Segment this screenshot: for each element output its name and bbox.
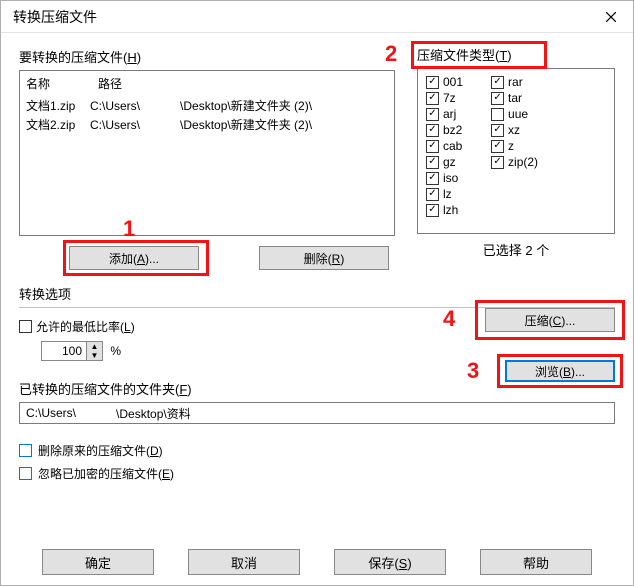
types-column-2: rar tar uue xz z zip(2) [491, 75, 538, 227]
close-icon [606, 12, 616, 22]
files-label: 要转换的压缩文件(H) [19, 47, 395, 66]
type-checkbox-rar[interactable]: rar [491, 75, 538, 89]
min-rate-spinner[interactable]: ▲ ▼ [41, 341, 103, 361]
checkbox-icon [426, 156, 439, 169]
checkbox-icon [491, 76, 504, 89]
type-label: iso [443, 171, 458, 185]
type-label: 001 [443, 75, 463, 89]
type-checkbox-7z[interactable]: 7z [426, 91, 463, 105]
type-checkbox-cab[interactable]: cab [426, 139, 463, 153]
type-label: tar [508, 91, 522, 105]
checkbox-icon [19, 320, 32, 333]
right-button-stack: 4 压缩(C)... 3 浏览(B)... [485, 308, 615, 382]
min-rate-input[interactable] [41, 341, 87, 361]
help-button[interactable]: 帮助 [480, 549, 592, 575]
checkbox-icon [491, 108, 504, 121]
file-listbox[interactable]: 名称 路径 文档1.zip C:\Users\\Desktop\新建文件夹 (2… [19, 70, 395, 236]
checkbox-icon [491, 140, 504, 153]
compress-button[interactable]: 压缩(C)... [485, 308, 615, 332]
type-label: rar [508, 75, 523, 89]
type-label: lz [443, 187, 452, 201]
types-label: 压缩文件类型(T) [417, 45, 615, 64]
spinner-up[interactable]: ▲ [87, 342, 102, 351]
type-label: cab [443, 139, 462, 153]
type-checkbox-tar[interactable]: tar [491, 91, 538, 105]
types-listbox: 001 7z arj bz2 cab gz iso lz lzh rar tar uue xz z zip… [417, 68, 615, 234]
delete-button[interactable]: 删除(R) [259, 246, 389, 270]
type-label: bz2 [443, 123, 462, 137]
type-label: arj [443, 107, 456, 121]
dialog-buttons: 确定 取消 保存(S) 帮助 [19, 533, 615, 575]
checkbox-icon [426, 124, 439, 137]
checkbox-icon [426, 76, 439, 89]
file-buttons: 1 添加(A)... 删除(R) [19, 246, 395, 270]
selected-count: 已选择 2 个 [417, 240, 615, 259]
type-checkbox-001[interactable]: 001 [426, 75, 463, 89]
checkbox-icon [426, 140, 439, 153]
cancel-button[interactable]: 取消 [188, 549, 300, 575]
types-section: 2 压缩文件类型(T) 0017zarjbz2cabgzisolzlzh rar… [417, 47, 615, 270]
type-label: 7z [443, 91, 456, 105]
spinner-down[interactable]: ▼ [87, 351, 102, 360]
types-column-1: 001 7z arj bz2 cab gz iso lz lzh [426, 75, 463, 227]
percent-label: % [110, 344, 121, 358]
type-checkbox-zip(2)[interactable]: zip(2) [491, 155, 538, 169]
dialog-body: 要转换的压缩文件(H) 名称 路径 文档1.zip C:\Users\\Desk… [1, 33, 633, 585]
min-rate-checkbox[interactable]: 允许的最低比率(L) [19, 318, 135, 335]
delete-original-checkbox[interactable]: 删除原来的压缩文件(D) [19, 442, 615, 459]
type-checkbox-lz[interactable]: lz [426, 187, 463, 201]
checkbox-icon [426, 188, 439, 201]
type-label: xz [508, 123, 520, 137]
checkbox-icon [426, 108, 439, 121]
type-checkbox-bz2[interactable]: bz2 [426, 123, 463, 137]
type-checkbox-uue[interactable]: uue [491, 107, 538, 121]
list-item[interactable]: 文档1.zip C:\Users\\Desktop\新建文件夹 (2)\ [26, 96, 388, 115]
checkbox-icon [426, 204, 439, 217]
type-checkbox-z[interactable]: z [491, 139, 538, 153]
type-checkbox-iso[interactable]: iso [426, 171, 463, 185]
file-list-header: 名称 路径 [26, 73, 388, 96]
type-label: lzh [443, 203, 458, 217]
titlebar: 转换压缩文件 [1, 1, 633, 33]
browse-button[interactable]: 浏览(B)... [505, 360, 615, 382]
close-button[interactable] [589, 1, 633, 33]
checkbox-icon [491, 156, 504, 169]
type-label: zip(2) [508, 155, 538, 169]
conversion-options: 4 压缩(C)... 3 浏览(B)... 允许的最低比 [19, 307, 615, 482]
checkbox-icon [491, 92, 504, 105]
checkbox-icon [426, 172, 439, 185]
list-item[interactable]: 文档2.zip C:\Users\\Desktop\新建文件夹 (2)\ [26, 115, 388, 134]
col-name: 名称 [26, 75, 84, 92]
checkbox-icon [426, 92, 439, 105]
dialog-window: 转换压缩文件 要转换的压缩文件(H) 名称 路径 文档1.zip C:\User… [0, 0, 634, 586]
col-path: 路径 [98, 75, 122, 92]
skip-encrypted-checkbox[interactable]: 忽略已加密的压缩文件(E) [19, 465, 615, 482]
checkbox-icon [491, 124, 504, 137]
conv-section-label: 转换选项 [19, 284, 615, 303]
type-label: uue [508, 107, 528, 121]
ok-button[interactable]: 确定 [42, 549, 154, 575]
add-button[interactable]: 添加(A)... [69, 246, 199, 270]
type-checkbox-lzh[interactable]: lzh [426, 203, 463, 217]
type-label: z [508, 139, 514, 153]
checkbox-icon [19, 467, 32, 480]
checkbox-icon [19, 444, 32, 457]
type-checkbox-xz[interactable]: xz [491, 123, 538, 137]
files-section: 要转换的压缩文件(H) 名称 路径 文档1.zip C:\Users\\Desk… [19, 47, 395, 270]
type-label: gz [443, 155, 456, 169]
type-checkbox-gz[interactable]: gz [426, 155, 463, 169]
window-title: 转换压缩文件 [13, 7, 97, 27]
spinner-arrows: ▲ ▼ [87, 341, 103, 361]
save-button[interactable]: 保存(S) [334, 549, 446, 575]
type-checkbox-arj[interactable]: arj [426, 107, 463, 121]
top-row: 要转换的压缩文件(H) 名称 路径 文档1.zip C:\Users\\Desk… [19, 47, 615, 270]
folder-input[interactable]: C:\Users\\Desktop\资料 [19, 402, 615, 424]
